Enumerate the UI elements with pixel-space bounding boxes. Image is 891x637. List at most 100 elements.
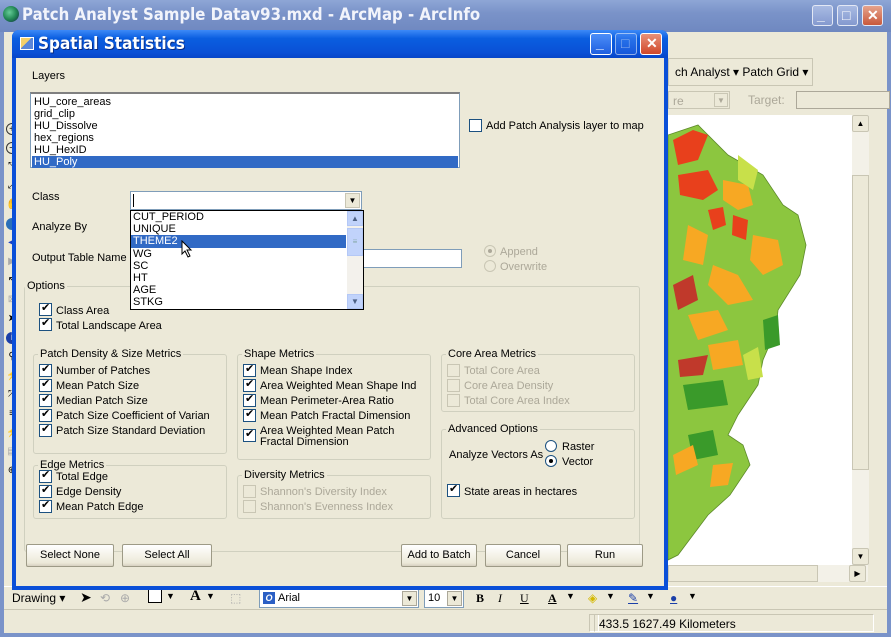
map-vertical-scrollbar[interactable]: ▲ ▼ — [852, 115, 869, 565]
app-minimize-button[interactable]: _ — [812, 5, 833, 26]
class-option[interactable]: CUT_PERIOD — [131, 211, 346, 223]
patch-size-sd-checkbox[interactable] — [39, 422, 52, 437]
map-horizontal-scrollbar[interactable]: ▶ — [668, 565, 868, 582]
font-color-icon[interactable]: A — [548, 591, 557, 606]
layer-item[interactable]: HU_HexID — [32, 144, 458, 156]
hectares-checkbox[interactable] — [447, 482, 460, 497]
aw-mean-shape-index-checkbox[interactable] — [243, 377, 256, 392]
layers-listbox[interactable]: HU_core_areas grid_clip HU_Dissolve hex_… — [30, 92, 460, 168]
chevron-down-icon[interactable]: ▼ — [402, 591, 417, 606]
total-core-area-label: Total Core Area — [464, 365, 540, 377]
run-button[interactable]: Run — [567, 544, 643, 567]
options-title: Options — [25, 280, 67, 292]
chevron-down-icon[interactable]: ▼ — [447, 591, 462, 606]
scroll-down-icon[interactable]: ▼ — [347, 294, 363, 309]
task-combo: re ▼ — [668, 91, 730, 109]
chevron-down-icon[interactable]: ▼ — [566, 591, 575, 601]
class-option[interactable]: SC — [131, 260, 346, 272]
chevron-down-icon[interactable]: ▼ — [166, 591, 175, 601]
layers-label: Layers — [32, 70, 66, 82]
patch-analyst-menu[interactable]: ch Analyst ▾ — [675, 65, 739, 79]
target-combo — [796, 91, 890, 109]
add-to-batch-button[interactable]: Add to Batch — [401, 544, 477, 567]
dialog-titlebar[interactable]: Spatial Statistics _ □ ✕ — [12, 30, 668, 58]
layer-item[interactable]: hex_regions — [32, 132, 458, 144]
dialog-body: Layers HU_core_areas grid_clip HU_Dissol… — [16, 58, 664, 586]
edge-density-checkbox[interactable] — [39, 483, 52, 498]
map-patch — [763, 315, 780, 350]
chevron-down-icon[interactable]: ▼ — [688, 591, 697, 601]
dialog-minimize-button[interactable]: _ — [590, 33, 612, 55]
zoom-whole-page-icon[interactable]: ⊕ — [120, 591, 130, 605]
mean-shape-index-checkbox[interactable] — [243, 362, 256, 377]
mean-patch-fractal-checkbox[interactable] — [243, 407, 256, 422]
scroll-down-icon[interactable]: ▼ — [852, 548, 869, 565]
rotate-icon[interactable]: ⟲ — [100, 591, 110, 605]
add-layer-label: Add Patch Analysis layer to map — [486, 120, 644, 132]
class-option[interactable]: UNIQUE — [131, 223, 346, 235]
mean-patch-size-checkbox[interactable] — [39, 377, 52, 392]
class-option[interactable]: STKG — [131, 296, 346, 308]
mean-perimeter-area-checkbox[interactable] — [243, 392, 256, 407]
scroll-thumb[interactable] — [852, 175, 869, 470]
scroll-up-icon[interactable]: ▲ — [347, 211, 363, 226]
new-text-icon[interactable]: A — [190, 588, 201, 605]
app-close-button[interactable]: ✕ — [862, 5, 883, 26]
median-patch-size-checkbox[interactable] — [39, 392, 52, 407]
chevron-down-icon[interactable]: ▼ — [606, 591, 615, 601]
patch-grid-menu[interactable]: Patch Grid ▾ — [742, 65, 808, 79]
aw-mean-patch-fractal-checkbox[interactable] — [243, 427, 256, 442]
output-table-label: Output Table Name — [32, 252, 127, 264]
dialog-close-button[interactable]: ✕ — [640, 33, 662, 55]
number-of-patches-checkbox[interactable] — [39, 362, 52, 377]
font-combo[interactable]: O Arial ▼ — [259, 589, 419, 608]
app-maximize-button[interactable]: □ — [837, 5, 858, 26]
chevron-down-icon[interactable]: ▼ — [345, 193, 360, 208]
class-area-checkbox[interactable] — [39, 301, 52, 316]
class-combo[interactable]: ▼ — [130, 191, 362, 210]
map-view[interactable] — [668, 115, 852, 565]
add-layer-checkbox[interactable] — [469, 119, 482, 132]
font-size-combo[interactable]: 10 ▼ — [424, 589, 464, 608]
total-edge-checkbox[interactable] — [39, 468, 52, 483]
class-option[interactable]: AGE — [131, 284, 346, 296]
select-none-button[interactable]: Select None — [26, 544, 114, 567]
layer-item[interactable]: HU_core_areas — [32, 96, 458, 108]
map-patch — [708, 340, 743, 370]
scroll-thumb[interactable]: ≡ — [347, 228, 363, 256]
scroll-thumb[interactable] — [668, 565, 818, 582]
scroll-right-icon[interactable]: ▶ — [849, 565, 866, 582]
layer-item-selected[interactable]: HU_Poly — [32, 156, 458, 168]
patch-size-cv-checkbox[interactable] — [39, 407, 52, 422]
class-option[interactable]: WG — [131, 248, 346, 260]
total-core-area-checkbox — [447, 364, 460, 377]
total-landscape-area-checkbox[interactable] — [39, 316, 52, 331]
vector-radio[interactable] — [545, 455, 557, 467]
italic-button[interactable]: I — [498, 591, 502, 606]
dropdown-scrollbar[interactable]: ▲ ≡ ▼ — [347, 211, 363, 309]
layer-item[interactable]: grid_clip — [32, 108, 458, 120]
class-option-highlighted[interactable]: THEME2 — [131, 235, 346, 248]
rectangle-icon[interactable] — [148, 589, 162, 603]
chevron-down-icon[interactable]: ▼ — [206, 591, 215, 601]
line-color-icon[interactable]: ✎ — [628, 591, 638, 605]
select-all-button[interactable]: Select All — [122, 544, 212, 567]
edit-vertices-icon[interactable]: ⬚ — [230, 591, 241, 605]
close-icon: ✕ — [646, 35, 658, 51]
bold-button[interactable]: B — [476, 591, 484, 606]
cancel-button[interactable]: Cancel — [485, 544, 561, 567]
scroll-up-icon[interactable]: ▲ — [852, 115, 869, 132]
fill-color-icon[interactable]: ◈ — [588, 591, 597, 605]
append-radio — [484, 245, 496, 257]
chevron-down-icon[interactable]: ▼ — [646, 591, 655, 601]
patch-size-sd-label: Patch Size Standard Deviation — [56, 425, 206, 437]
mean-patch-edge-checkbox[interactable] — [39, 498, 52, 513]
underline-button[interactable]: U — [520, 591, 529, 606]
raster-radio[interactable] — [545, 440, 557, 452]
select-elements-icon[interactable]: ➤ — [80, 589, 92, 606]
drawing-menu[interactable]: Drawing ▾ — [12, 591, 65, 605]
marker-color-icon[interactable]: ● — [670, 591, 677, 605]
layer-item[interactable]: HU_Dissolve — [32, 120, 458, 132]
class-dropdown-list[interactable]: CUT_PERIOD UNIQUE THEME2 WG SC HT AGE ST… — [130, 210, 364, 310]
class-option[interactable]: HT — [131, 272, 346, 284]
